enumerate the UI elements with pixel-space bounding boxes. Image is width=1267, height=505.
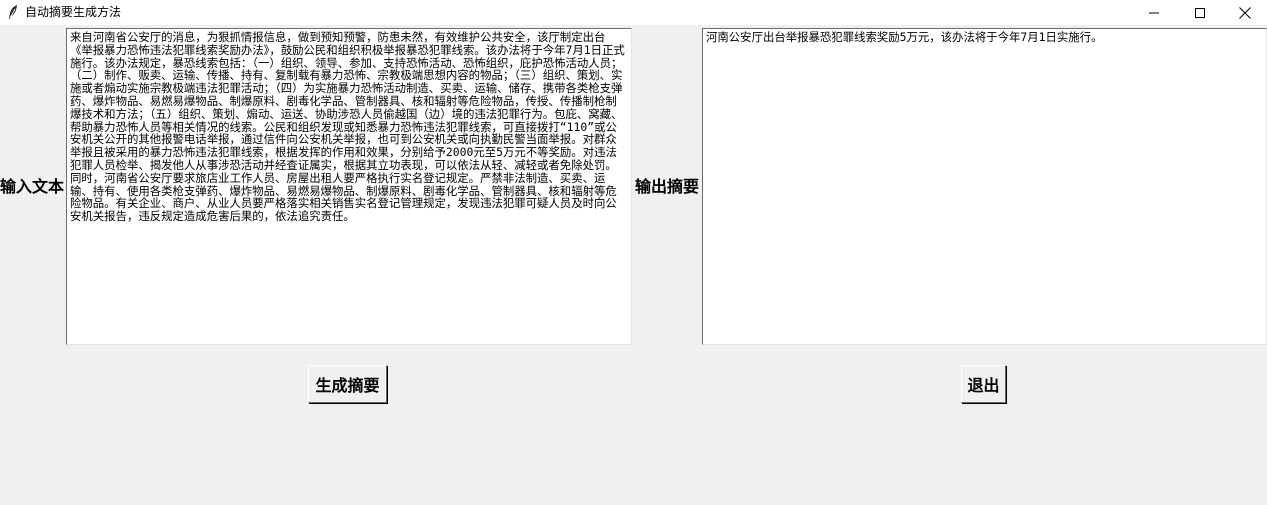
close-icon: [1239, 6, 1251, 19]
maximize-icon: [1195, 7, 1205, 18]
generate-summary-button[interactable]: 生成摘要: [308, 365, 387, 403]
input-text-label: 输入文本: [0, 177, 65, 196]
minimize-button[interactable]: [1131, 0, 1177, 25]
title-bar: 自动摘要生成方法: [0, 0, 1267, 25]
window-title: 自动摘要生成方法: [25, 5, 122, 19]
output-textarea[interactable]: 河南公安厅出台举报暴恐犯罪线索奖励5万元，该办法将于今年7月1日实施行。: [702, 28, 1267, 345]
feather-icon: [6, 4, 20, 20]
close-button[interactable]: [1222, 0, 1267, 25]
exit-button[interactable]: 退出: [961, 365, 1006, 403]
minimize-icon: [1149, 12, 1159, 13]
maximize-button[interactable]: [1177, 0, 1223, 25]
input-textarea[interactable]: 来自河南省公安厅的消息，为狠抓情报信息，做到预知预警，防患未然，有效维护公共安全…: [66, 28, 632, 345]
output-summary-label: 输出摘要: [635, 177, 700, 196]
